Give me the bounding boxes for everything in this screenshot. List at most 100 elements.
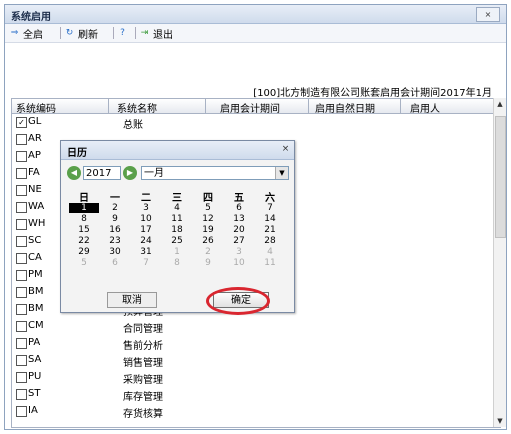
column-divider[interactable] xyxy=(400,99,401,113)
column-divider[interactable] xyxy=(308,99,309,113)
exit-icon: ⇥ xyxy=(140,27,149,38)
calendar-day[interactable]: 21 xyxy=(255,225,285,235)
calendar-day[interactable]: 12 xyxy=(193,214,223,224)
row-checkbox[interactable] xyxy=(16,338,27,349)
month-select[interactable]: 一月 ▼ xyxy=(141,166,289,180)
row-checkbox[interactable] xyxy=(16,321,27,332)
row-checkbox[interactable] xyxy=(16,253,27,264)
table-row[interactable]: IA 存货核算 xyxy=(12,404,500,420)
calendar-day[interactable]: 7 xyxy=(255,203,285,213)
calendar-dialog: 日历 × ◀ 2017 ▶ 一月 ▼ 日一二三四五六 1 2 3 4 5 6 7 8 9 10 11 1… xyxy=(60,140,295,313)
calendar-day[interactable]: 23 xyxy=(100,236,130,246)
calendar-day[interactable]: 16 xyxy=(100,225,130,235)
calendar-day[interactable]: 20 xyxy=(224,225,254,235)
calendar-day[interactable]: 2 xyxy=(100,203,130,213)
row-checkbox[interactable] xyxy=(16,406,27,417)
calendar-day[interactable]: 5 xyxy=(69,258,99,268)
row-checkbox[interactable] xyxy=(16,270,27,281)
calendar-day[interactable]: 13 xyxy=(224,214,254,224)
row-checkbox[interactable] xyxy=(16,372,27,383)
calendar-day[interactable]: 2 xyxy=(193,247,223,257)
next-year-icon[interactable]: ▶ xyxy=(123,166,137,180)
calendar-day[interactable]: 3 xyxy=(224,247,254,257)
row-checkbox[interactable] xyxy=(16,287,27,298)
scroll-thumb[interactable] xyxy=(495,116,506,238)
calendar-day[interactable]: 22 xyxy=(69,236,99,246)
system-name: 库存管理 xyxy=(123,392,163,403)
row-checkbox[interactable] xyxy=(16,202,27,213)
calendar-day[interactable]: 8 xyxy=(162,258,192,268)
table-row[interactable]: PA 售前分析 xyxy=(12,336,500,352)
row-checkbox[interactable] xyxy=(16,168,27,179)
system-name: 售前分析 xyxy=(123,341,163,352)
enable-all-icon: ⇒ xyxy=(10,27,19,38)
calendar-day[interactable]: 8 xyxy=(69,214,99,224)
row-checkbox[interactable] xyxy=(16,134,27,145)
calendar-day[interactable]: 6 xyxy=(100,258,130,268)
exit-label: 退出 xyxy=(153,29,173,41)
prev-year-icon[interactable]: ◀ xyxy=(67,166,81,180)
close-button[interactable]: × xyxy=(476,7,500,22)
calendar-close-icon[interactable]: × xyxy=(280,144,291,155)
calendar-day[interactable]: 1 xyxy=(162,247,192,257)
calendar-day[interactable]: 28 xyxy=(255,236,285,246)
calendar-day[interactable]: 18 xyxy=(162,225,192,235)
title-bar: 系统启用 × xyxy=(5,5,506,24)
calendar-day[interactable]: 19 xyxy=(193,225,223,235)
calendar-day[interactable]: 1 xyxy=(69,203,99,213)
cancel-button[interactable]: 取消 xyxy=(107,292,157,308)
table-row[interactable]: PU 采购管理 xyxy=(12,370,500,386)
calendar-day[interactable]: 30 xyxy=(100,247,130,257)
calendar-day[interactable]: 7 xyxy=(131,258,161,268)
calendar-day[interactable]: 4 xyxy=(162,203,192,213)
enable-all-button[interactable]: ⇒ 全启 xyxy=(9,26,43,41)
row-checkbox[interactable] xyxy=(16,185,27,196)
scroll-down-icon[interactable]: ▼ xyxy=(494,415,506,427)
calendar-day[interactable]: 17 xyxy=(131,225,161,235)
calendar-day[interactable]: 26 xyxy=(193,236,223,246)
table-row[interactable]: SA 销售管理 xyxy=(12,353,500,369)
calendar-day[interactable]: 9 xyxy=(193,258,223,268)
column-divider[interactable] xyxy=(108,99,109,113)
calendar-day[interactable]: 31 xyxy=(131,247,161,257)
calendar-day[interactable]: 3 xyxy=(131,203,161,213)
row-checkbox[interactable] xyxy=(16,304,27,315)
calendar-day[interactable]: 14 xyxy=(255,214,285,224)
calendar-day[interactable]: 9 xyxy=(100,214,130,224)
exit-button[interactable]: ⇥ 退出 xyxy=(135,26,173,41)
calendar-day[interactable]: 11 xyxy=(255,258,285,268)
vertical-scrollbar[interactable]: ▲ ▼ xyxy=(493,98,506,427)
calendar-day[interactable]: 6 xyxy=(224,203,254,213)
system-code: GL xyxy=(28,116,42,127)
chevron-down-icon[interactable]: ▼ xyxy=(275,167,288,179)
calendar-day[interactable]: 15 xyxy=(69,225,99,235)
row-checkbox[interactable]: ✓ xyxy=(16,117,27,128)
year-input[interactable]: 2017 xyxy=(83,166,121,180)
system-code: SA xyxy=(28,354,42,365)
row-checkbox[interactable] xyxy=(16,389,27,400)
column-divider[interactable] xyxy=(205,99,206,113)
table-row[interactable]: ✓ GL 总账 xyxy=(12,115,500,131)
row-checkbox[interactable] xyxy=(16,355,27,366)
toolbar: ⇒ 全启 ↻ 刷新 ? ⇥ 退出 xyxy=(5,24,506,43)
system-code: FA xyxy=(28,167,40,178)
calendar-day[interactable]: 27 xyxy=(224,236,254,246)
calendar-day[interactable]: 24 xyxy=(131,236,161,246)
calendar-day[interactable]: 10 xyxy=(131,214,161,224)
calendar-day[interactable]: 25 xyxy=(162,236,192,246)
refresh-button[interactable]: ↻ 刷新 xyxy=(60,26,98,41)
system-code: PM xyxy=(28,269,43,280)
help-icon: ? xyxy=(120,27,125,38)
table-row[interactable]: ST 库存管理 xyxy=(12,387,500,403)
row-checkbox[interactable] xyxy=(16,219,27,230)
calendar-day[interactable]: 5 xyxy=(193,203,223,213)
row-checkbox[interactable] xyxy=(16,151,27,162)
calendar-day[interactable]: 10 xyxy=(224,258,254,268)
calendar-day[interactable]: 11 xyxy=(162,214,192,224)
calendar-day[interactable]: 29 xyxy=(69,247,99,257)
help-button[interactable]: ? xyxy=(113,26,128,40)
table-row[interactable]: CM 合同管理 xyxy=(12,319,500,335)
scroll-up-icon[interactable]: ▲ xyxy=(494,98,506,110)
row-checkbox[interactable] xyxy=(16,236,27,247)
calendar-day[interactable]: 4 xyxy=(255,247,285,257)
